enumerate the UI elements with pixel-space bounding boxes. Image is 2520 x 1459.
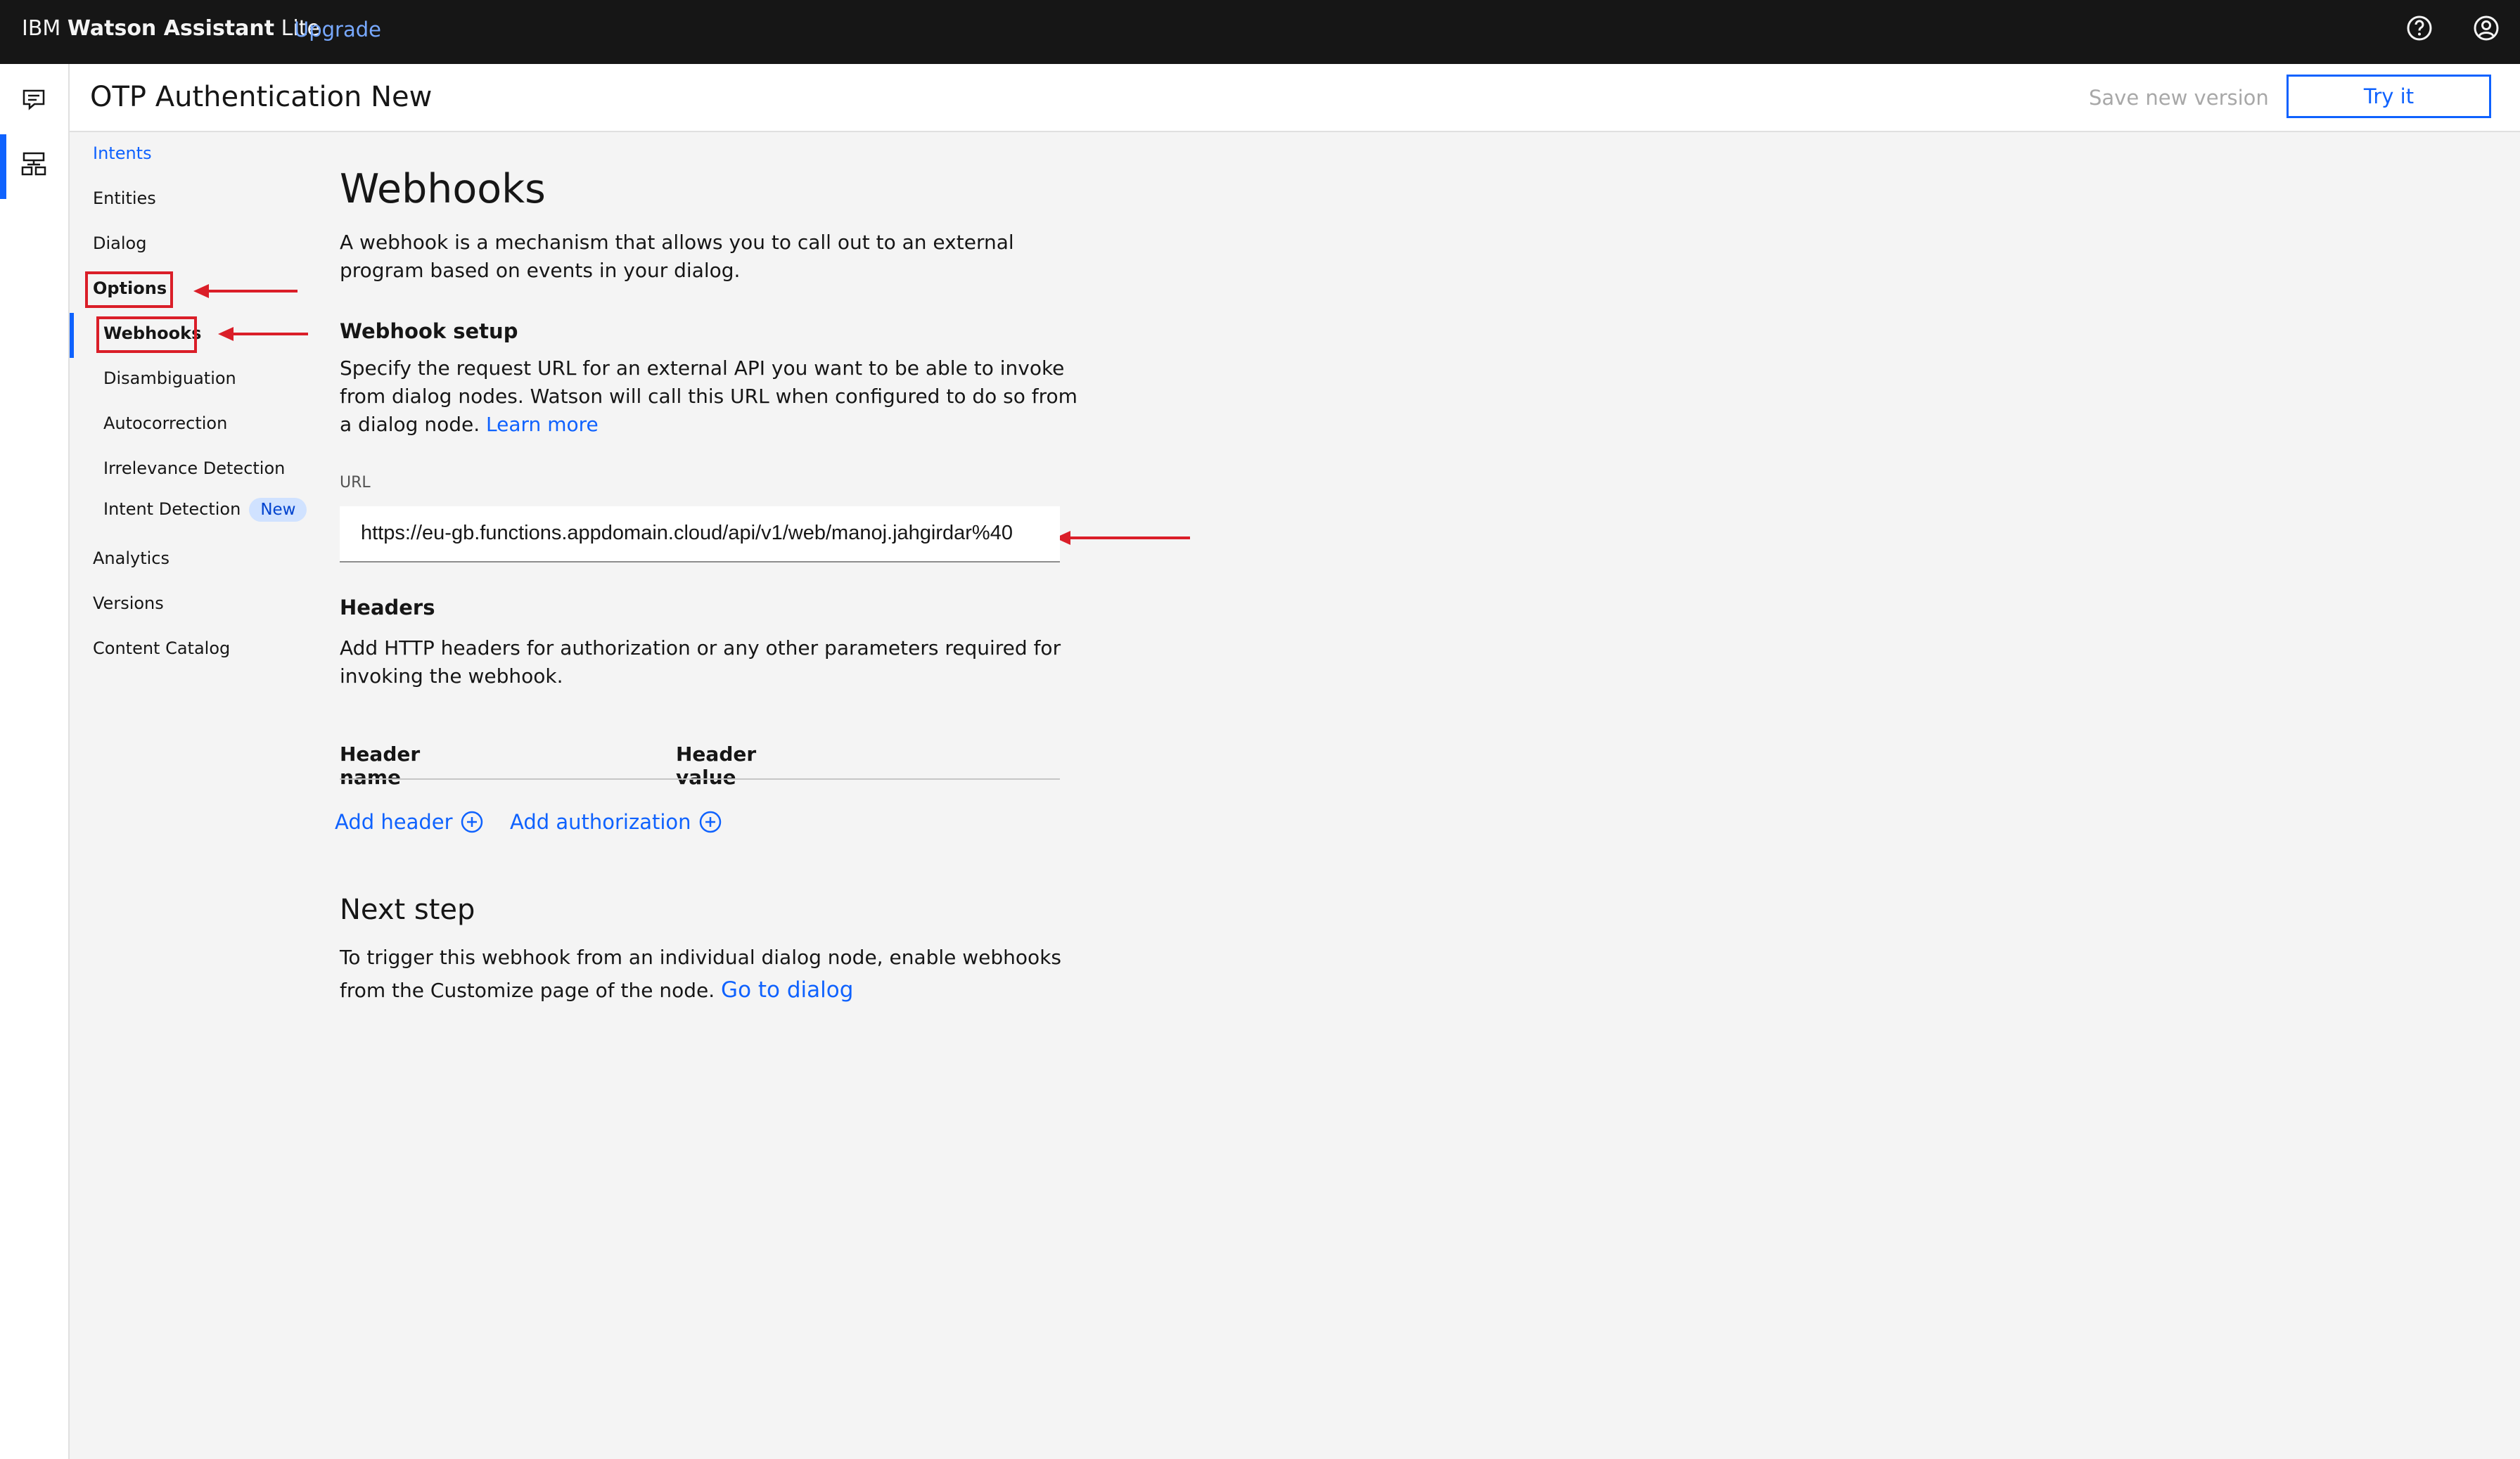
product-brand[interactable]: IBM Watson Assistant Lite: [22, 16, 320, 41]
nav-intents[interactable]: Intents: [93, 143, 152, 163]
header-value-column: Header value: [676, 743, 757, 789]
nav-intent-detection[interactable]: Intent Detection New: [103, 498, 307, 522]
go-to-dialog-link[interactable]: Go to dialog: [721, 977, 853, 1003]
user-avatar-icon[interactable]: [2472, 14, 2500, 42]
url-value: https://eu-gb.functions.appdomain.cloud/…: [361, 522, 1013, 544]
chat-icon[interactable]: [20, 85, 48, 113]
skill-title: OTP Authentication New: [90, 81, 433, 113]
new-badge: New: [249, 498, 307, 522]
webhook-setup-text: Specify the request URL for an external …: [340, 354, 1085, 439]
webhook-setup-title: Webhook setup: [340, 319, 518, 343]
nav-analytics[interactable]: Analytics: [93, 548, 170, 568]
try-it-button[interactable]: Try it: [2286, 75, 2491, 118]
annotation-arrow-webhooks: [218, 327, 308, 341]
next-step-text: To trigger this webhook from an individu…: [340, 941, 1085, 1007]
annotation-box-options: [85, 271, 173, 308]
brand-prefix: IBM: [22, 16, 61, 41]
headers-description: Add HTTP headers for authorization or an…: [340, 636, 1061, 688]
url-label: URL: [340, 474, 371, 491]
nav-dialog[interactable]: Dialog: [93, 233, 146, 253]
next-step-description: To trigger this webhook from an individu…: [340, 946, 1061, 1002]
left-rail: [0, 64, 70, 1459]
header-name-column: Header name: [340, 743, 421, 789]
annotation-arrow-url: [1055, 531, 1190, 545]
add-header-button[interactable]: Add header: [335, 810, 484, 834]
upgrade-link[interactable]: Upgrade: [294, 18, 381, 41]
annotation-arrow-options: [193, 284, 298, 298]
nav-entities[interactable]: Entities: [93, 188, 156, 208]
annotation-box-webhooks: [96, 316, 197, 353]
nav-autocorrection[interactable]: Autocorrection: [103, 413, 227, 433]
nav-intent-detection-label: Intent Detection: [103, 499, 241, 519]
top-bar: IBM Watson Assistant Lite Upgrade: [0, 0, 2520, 64]
nav-versions[interactable]: Versions: [93, 593, 164, 613]
nav-disambiguation[interactable]: Disambiguation: [103, 368, 236, 388]
nav-content-catalog[interactable]: Content Catalog: [93, 638, 230, 658]
webhook-setup-description: Specify the request URL for an external …: [340, 356, 1077, 436]
brand-name: Watson Assistant: [67, 16, 275, 41]
url-input[interactable]: https://eu-gb.functions.appdomain.cloud/…: [340, 506, 1060, 563]
page-description: A webhook is a mechanism that allows you…: [340, 231, 1014, 282]
save-new-version-button[interactable]: Save new version: [2089, 86, 2269, 110]
rail-active-indicator: [0, 134, 6, 199]
next-step-title: Next step: [340, 894, 475, 926]
headers-title: Headers: [340, 596, 435, 619]
skills-icon[interactable]: [20, 150, 48, 178]
add-circle-icon: [699, 811, 721, 833]
page-title: Webhooks: [340, 166, 546, 212]
nav-selected-indicator: [70, 313, 74, 358]
headers-table-divider: [340, 778, 1060, 780]
add-authorization-button[interactable]: Add authorization: [510, 810, 722, 834]
add-authorization-label: Add authorization: [510, 810, 691, 834]
skill-header: OTP Authentication New Save new version …: [70, 64, 2520, 132]
learn-more-link[interactable]: Learn more: [486, 413, 599, 436]
add-circle-icon: [461, 811, 482, 833]
nav-irrelevance-detection[interactable]: Irrelevance Detection: [103, 458, 285, 478]
help-icon[interactable]: [2405, 14, 2433, 42]
add-header-label: Add header: [335, 810, 453, 834]
